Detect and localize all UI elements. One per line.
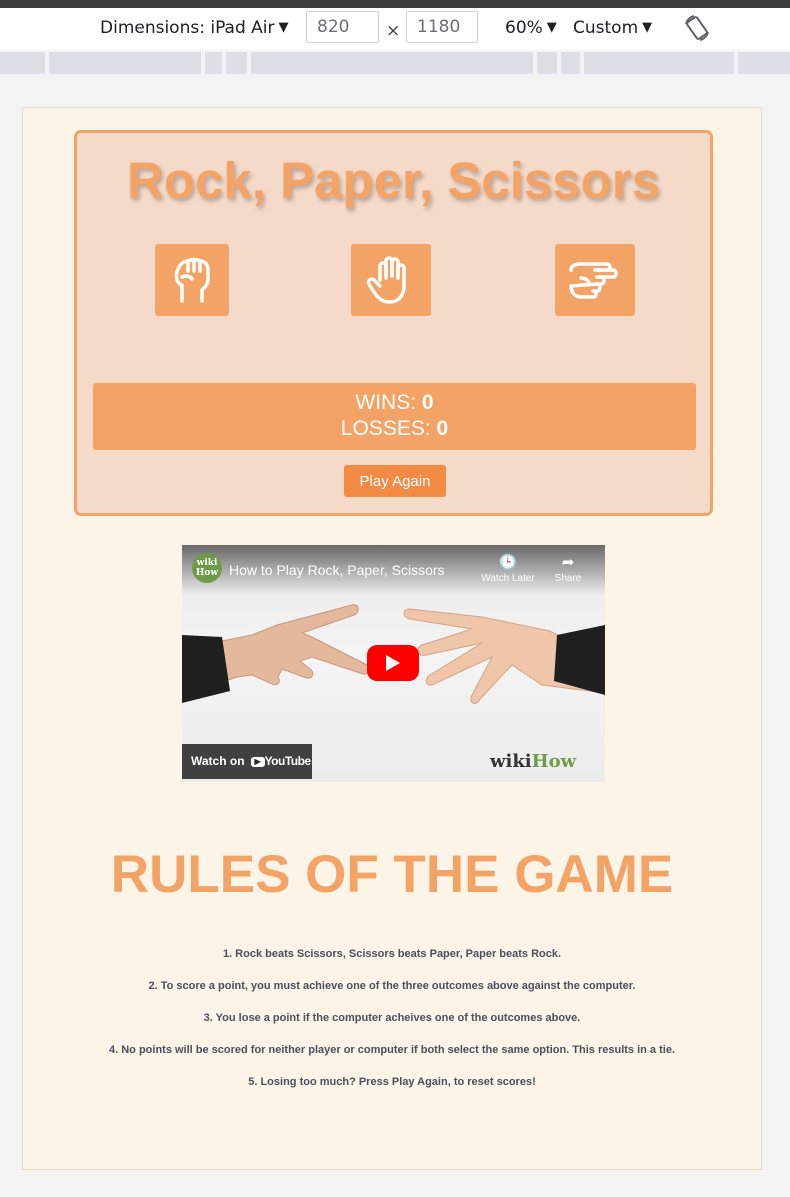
share-button[interactable]: ➦ Share [538, 553, 598, 584]
window-top-border [0, 0, 790, 8]
watch-later-button[interactable]: 🕒 Watch Later [478, 553, 538, 584]
clock-icon: 🕒 [498, 554, 518, 571]
rule-item: 5. Losing too much? Press Play Again, to… [248, 1076, 536, 1088]
rule-item: 1. Rock beats Scissors, Scissors beats P… [222, 948, 562, 960]
hand-scissors-icon [569, 262, 618, 299]
video-embed[interactable]: wiki How How to Play Rock, Paper, Scisso… [182, 545, 605, 782]
game-card: Rock, Paper, Scissors WINS: 0 LOSSES: 0 … [74, 130, 713, 516]
zoom-dropdown[interactable]: 60% ▼ [505, 18, 557, 38]
media-query-segment[interactable] [537, 52, 557, 74]
watch-on-label: Watch on [191, 754, 245, 768]
watch-on-youtube-button[interactable]: Watch on ▶ YouTube [182, 744, 312, 779]
youtube-label: YouTube [264, 754, 312, 768]
watermark-prefix: wiki [490, 751, 532, 772]
losses-value: 0 [436, 417, 449, 440]
throttle-dropdown[interactable]: Custom ▼ [573, 18, 652, 38]
rules-title: RULES OF THE GAME [110, 845, 674, 904]
game-title: Rock, Paper, Scissors [127, 152, 660, 209]
caret-down-icon: ▼ [546, 20, 557, 35]
zoom-label: 60% [505, 18, 543, 38]
video-title[interactable]: How to Play Rock, Paper, Scissors [229, 562, 445, 578]
height-input[interactable]: 1180 [406, 11, 478, 43]
media-query-segment[interactable] [49, 52, 201, 74]
rule-item: 3. You lose a point if the computer ache… [203, 1012, 581, 1024]
media-query-segment[interactable] [738, 52, 790, 74]
wins-line: WINS: 0 [93, 390, 696, 416]
losses-label: LOSSES: [340, 417, 437, 440]
rule-item: 4. No points will be scored for neither … [109, 1044, 675, 1056]
rule-item: 2. To score a point, you must achieve on… [148, 980, 636, 992]
wikihow-watermark: wikiHow [490, 751, 576, 772]
rock-button[interactable] [155, 244, 229, 316]
media-query-segment[interactable] [561, 52, 580, 74]
device-viewport: Rock, Paper, Scissors WINS: 0 LOSSES: 0 … [22, 107, 762, 1170]
youtube-play-icon: ▶ [250, 757, 265, 767]
play-icon [386, 655, 400, 671]
dimensions-dropdown[interactable]: Dimensions: iPad Air ▼ [100, 18, 289, 38]
play-button[interactable] [367, 645, 419, 681]
rotate-icon[interactable] [682, 12, 712, 44]
scissors-button[interactable] [555, 244, 635, 316]
media-query-segment[interactable] [584, 52, 734, 74]
media-query-segment[interactable] [205, 52, 222, 74]
channel-logo[interactable]: wiki How [192, 553, 222, 583]
dimensions-label: Dimensions: iPad Air [100, 18, 275, 38]
hand-rock-icon [174, 257, 210, 303]
rules-list: 1. Rock beats Scissors, Scissors beats P… [23, 948, 761, 1108]
wins-value: 0 [421, 391, 434, 414]
caret-down-icon: ▼ [642, 20, 653, 35]
caret-down-icon: ▼ [278, 20, 289, 35]
media-query-bar [0, 50, 790, 74]
media-query-segment[interactable] [226, 52, 247, 74]
paper-button[interactable] [351, 244, 431, 316]
share-label: Share [554, 573, 582, 584]
throttle-label: Custom [573, 18, 639, 38]
hand-paper-icon [366, 256, 406, 304]
score-box: WINS: 0 LOSSES: 0 [93, 383, 696, 450]
play-again-button[interactable]: Play Again [344, 465, 446, 497]
media-query-segment[interactable] [251, 52, 533, 74]
media-query-segment[interactable] [0, 52, 45, 74]
share-icon: ➦ [561, 554, 575, 571]
device-toolbar: Dimensions: iPad Air ▼ 820 × 1180 60% ▼ Cu… [0, 8, 790, 50]
watch-later-label: Watch Later [481, 573, 535, 584]
width-input[interactable]: 820 [306, 11, 379, 43]
times-sign: × [386, 21, 401, 41]
wins-label: WINS: [355, 391, 422, 414]
watermark-suffix: How [531, 751, 577, 772]
losses-line: LOSSES: 0 [93, 416, 696, 442]
